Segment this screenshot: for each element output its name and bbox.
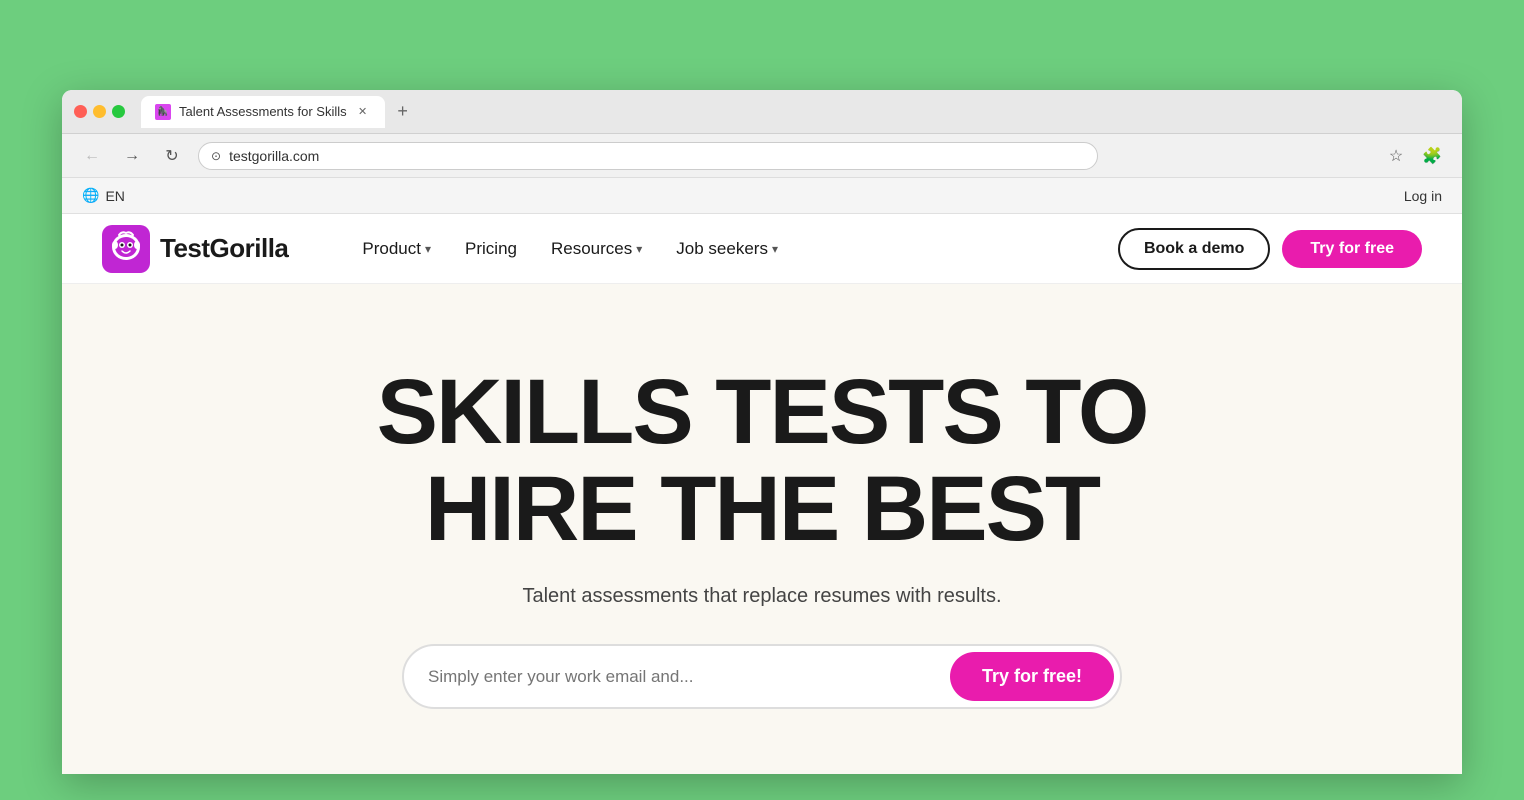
logo-icon — [102, 225, 150, 273]
nav-resources[interactable]: Resources ▾ — [537, 231, 656, 267]
extensions-icon[interactable]: 🧩 — [1418, 142, 1446, 170]
url-bar[interactable]: ⊙ testgorilla.com — [198, 142, 1098, 170]
bookmark-icon[interactable]: ☆ — [1382, 142, 1410, 170]
address-bar: ← → ↻ ⊙ testgorilla.com ☆ 🧩 — [62, 134, 1462, 178]
secure-icon: ⊙ — [211, 149, 221, 163]
logo-link[interactable]: TestGorilla — [102, 225, 288, 273]
address-right-controls: ☆ 🧩 — [1382, 142, 1446, 170]
website-content: TestGorilla Product ▾ Pricing Resources … — [62, 214, 1462, 774]
login-link[interactable]: Log in — [1404, 188, 1442, 204]
hero-cta-button[interactable]: Try for free! — [950, 652, 1114, 701]
minimize-button[interactable] — [93, 105, 106, 118]
job-seekers-label: Job seekers — [676, 239, 768, 259]
product-label: Product — [362, 239, 421, 259]
browser-window: 🦍 Talent Assessments for Skills ✕ + ← → … — [62, 90, 1462, 774]
try-free-button[interactable]: Try for free — [1282, 230, 1422, 268]
logo-text: TestGorilla — [160, 233, 288, 264]
globe-icon: 🌐 — [82, 187, 99, 204]
url-text: testgorilla.com — [229, 148, 319, 164]
refresh-button[interactable]: ↻ — [158, 142, 186, 170]
new-tab-button[interactable]: + — [389, 98, 417, 126]
close-button[interactable] — [74, 105, 87, 118]
hero-subtitle: Talent assessments that replace resumes … — [522, 585, 1001, 608]
nav-actions: Book a demo Try for free — [1118, 228, 1422, 270]
traffic-lights — [74, 105, 125, 118]
back-button[interactable]: ← — [78, 142, 106, 170]
product-chevron-icon: ▾ — [425, 242, 431, 256]
resources-label: Resources — [551, 239, 632, 259]
maximize-button[interactable] — [112, 105, 125, 118]
browser-tab[interactable]: 🦍 Talent Assessments for Skills ✕ — [141, 96, 385, 128]
nav-job-seekers[interactable]: Job seekers ▾ — [662, 231, 792, 267]
tab-title: Talent Assessments for Skills — [179, 104, 347, 119]
resources-chevron-icon: ▾ — [636, 242, 642, 256]
hero-email-input[interactable] — [428, 667, 938, 687]
lang-bar: 🌐 EN Log in — [62, 178, 1462, 214]
lang-label: EN — [105, 188, 124, 204]
lang-selector[interactable]: 🌐 EN — [82, 187, 125, 204]
forward-button[interactable]: → — [118, 142, 146, 170]
site-nav: TestGorilla Product ▾ Pricing Resources … — [62, 214, 1462, 284]
book-demo-button[interactable]: Book a demo — [1118, 228, 1270, 270]
tab-bar: 🦍 Talent Assessments for Skills ✕ + — [141, 96, 1450, 128]
tab-favicon: 🦍 — [155, 104, 171, 120]
pricing-label: Pricing — [465, 239, 517, 259]
nav-product[interactable]: Product ▾ — [348, 231, 445, 267]
title-bar: 🦍 Talent Assessments for Skills ✕ + — [62, 90, 1462, 134]
job-seekers-chevron-icon: ▾ — [772, 242, 778, 256]
hero-section: SKILLS TESTS TO HIRE THE BEST Talent ass… — [62, 284, 1462, 769]
hero-title: SKILLS TESTS TO HIRE THE BEST — [377, 364, 1148, 557]
nav-pricing[interactable]: Pricing — [451, 231, 531, 267]
nav-links: Product ▾ Pricing Resources ▾ Job seeker… — [348, 231, 792, 267]
hero-email-form: Try for free! — [402, 644, 1122, 709]
tab-close-icon[interactable]: ✕ — [355, 104, 371, 120]
